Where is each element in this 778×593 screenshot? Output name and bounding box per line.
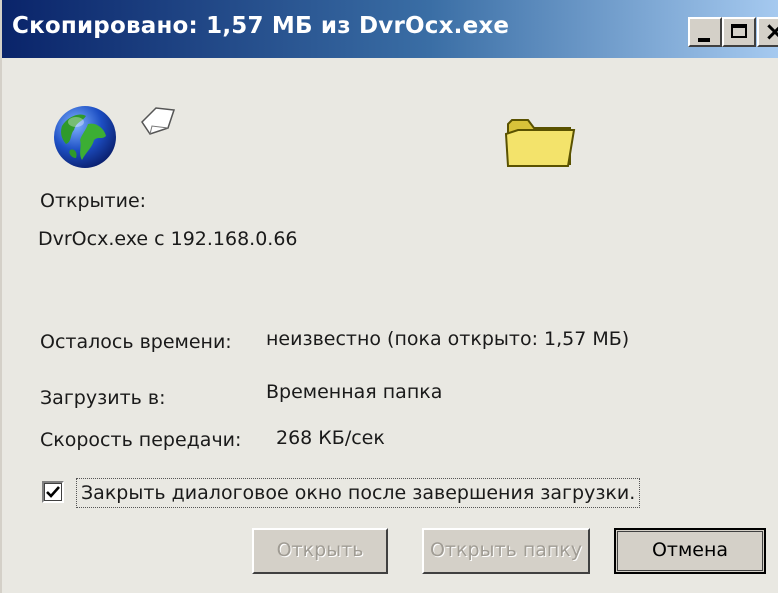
close-button[interactable]: ×: [757, 17, 778, 47]
minimize-button[interactable]: [688, 17, 722, 47]
download-dialog: Скопировано: 1,57 МБ из DvrOcx.exe × Отк…: [0, 0, 778, 593]
close-on-complete-label[interactable]: Закрыть диалоговое окно после завершения…: [76, 478, 641, 508]
open-button[interactable]: Открыть: [252, 528, 388, 574]
close-icon: ×: [764, 17, 778, 47]
folder-icon: [504, 119, 576, 167]
time-left-label: Осталось времени:: [40, 331, 232, 353]
speed-value: 268 КБ/сек: [276, 427, 385, 449]
download-to-label: Загрузить в:: [40, 387, 166, 409]
checkmark-icon: [46, 486, 60, 498]
speed-label: Скорость передачи:: [40, 429, 242, 451]
maximize-button[interactable]: [722, 17, 756, 47]
action-label: Открытие:: [40, 190, 147, 212]
open-folder-button[interactable]: Открыть папку: [422, 528, 590, 574]
cancel-button[interactable]: Отмена: [614, 528, 766, 574]
source-text: DvrOcx.exe с 192.168.0.66: [38, 228, 298, 250]
document-icon: [141, 107, 176, 135]
time-left-value: неизвестно (пока открыто: 1,57 МБ): [266, 328, 630, 350]
download-to-value: Временная папка: [266, 381, 443, 403]
window-title: Скопировано: 1,57 МБ из DvrOcx.exe: [12, 13, 510, 39]
globe-icon: [54, 106, 116, 168]
close-on-complete-checkbox[interactable]: [42, 481, 64, 503]
title-bar[interactable]: Скопировано: 1,57 МБ из DvrOcx.exe ×: [2, 0, 778, 58]
